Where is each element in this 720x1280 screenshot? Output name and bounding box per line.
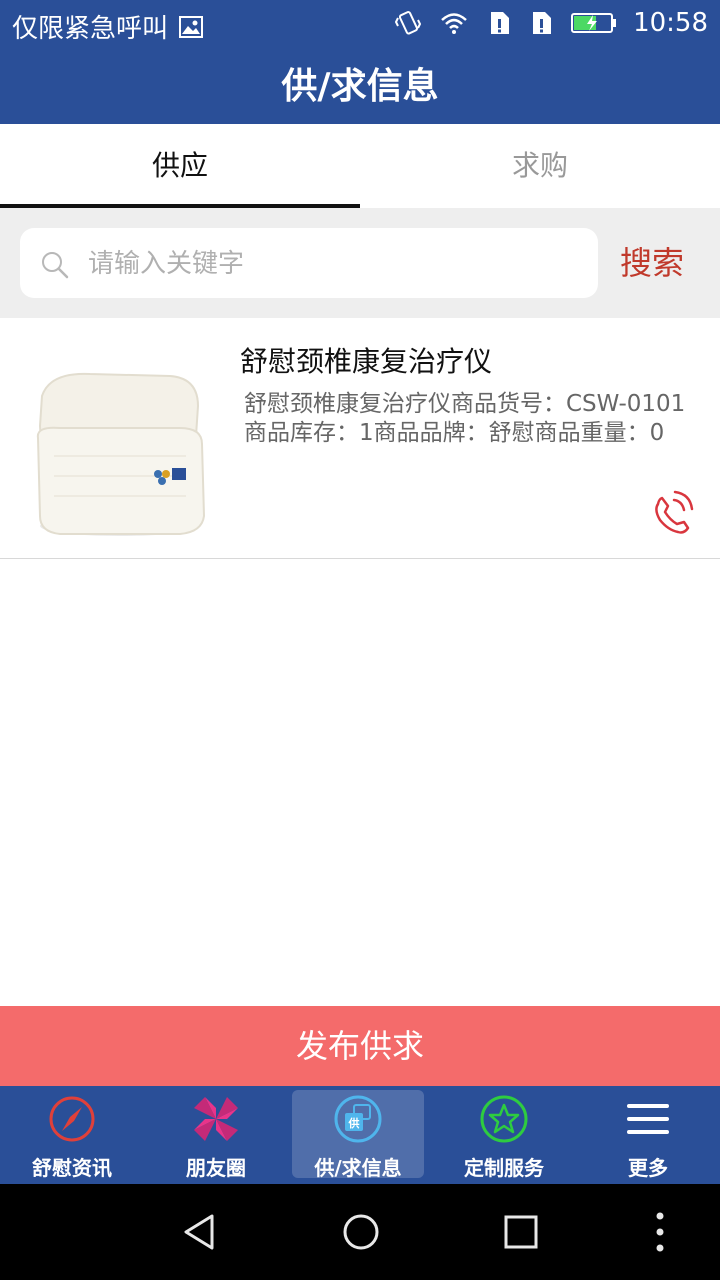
list-item[interactable]: 舒慰颈椎康复治疗仪 舒慰颈椎康复治疗仪商品货号：CSW-0101商品库存：1商品… bbox=[0, 318, 720, 559]
phone-call-icon[interactable] bbox=[644, 484, 700, 540]
status-time: 10:58 bbox=[633, 8, 708, 38]
compass-icon bbox=[49, 1096, 95, 1142]
menu-icon bbox=[627, 1104, 669, 1134]
home-icon[interactable] bbox=[341, 1212, 381, 1252]
sim2-icon bbox=[533, 12, 552, 34]
tab-bar: 供应 求购 bbox=[0, 124, 720, 208]
search-input[interactable] bbox=[86, 228, 590, 300]
status-right: 10:58 bbox=[395, 8, 708, 38]
publish-button[interactable]: 发布供求 bbox=[0, 1006, 720, 1086]
back-icon[interactable] bbox=[180, 1212, 220, 1252]
status-bar: 仅限紧急呼叫 10:58 bbox=[0, 0, 720, 50]
pillow-product-image bbox=[30, 366, 210, 542]
carrier-text: 仅限紧急呼叫 bbox=[12, 14, 169, 44]
bottom-nav: 舒慰资讯 朋友圈 供 供/求信息 定制服务 更多 bbox=[0, 1086, 720, 1184]
nav-item-custom-service[interactable]: 定制服务 bbox=[432, 1086, 576, 1184]
nav-label: 朋友圈 bbox=[186, 1156, 246, 1180]
recents-icon[interactable] bbox=[501, 1212, 541, 1252]
nav-item-friends[interactable]: 朋友圈 bbox=[144, 1086, 288, 1184]
battery-charging-icon bbox=[571, 13, 617, 33]
svg-text:供: 供 bbox=[348, 1116, 360, 1130]
page-title: 供/求信息 bbox=[0, 50, 720, 124]
nav-item-news[interactable]: 舒慰资讯 bbox=[0, 1086, 144, 1184]
star-icon bbox=[480, 1095, 528, 1143]
supply-demand-icon: 供 bbox=[334, 1095, 382, 1143]
nav-label: 舒慰资讯 bbox=[32, 1156, 112, 1180]
overflow-menu-icon[interactable] bbox=[640, 1212, 680, 1252]
pinwheel-icon bbox=[194, 1097, 238, 1141]
tab-supply[interactable]: 供应 bbox=[0, 124, 360, 208]
status-left: 仅限紧急呼叫 bbox=[12, 8, 204, 45]
search-box[interactable] bbox=[20, 228, 598, 300]
nav-item-supply-demand[interactable]: 供 供/求信息 bbox=[292, 1090, 424, 1180]
search-bar: 搜索 bbox=[0, 208, 720, 318]
system-nav-bar bbox=[0, 1184, 720, 1280]
wifi-icon bbox=[441, 13, 467, 34]
tab-demand[interactable]: 求购 bbox=[360, 124, 720, 208]
nav-label: 供/求信息 bbox=[314, 1156, 402, 1180]
search-button[interactable]: 搜索 bbox=[620, 228, 684, 298]
item-title: 舒慰颈椎康复治疗仪 bbox=[240, 345, 493, 378]
nav-label: 定制服务 bbox=[464, 1156, 544, 1180]
nav-item-more[interactable]: 更多 bbox=[576, 1086, 720, 1184]
search-icon bbox=[42, 252, 69, 279]
item-description: 舒慰颈椎康复治疗仪商品货号：CSW-0101商品库存：1商品品牌：舒慰商品重量：… bbox=[244, 391, 686, 446]
nav-label: 更多 bbox=[628, 1156, 668, 1180]
sim1-icon bbox=[491, 12, 510, 34]
vibrate-icon bbox=[395, 11, 422, 35]
image-icon bbox=[179, 15, 204, 38]
